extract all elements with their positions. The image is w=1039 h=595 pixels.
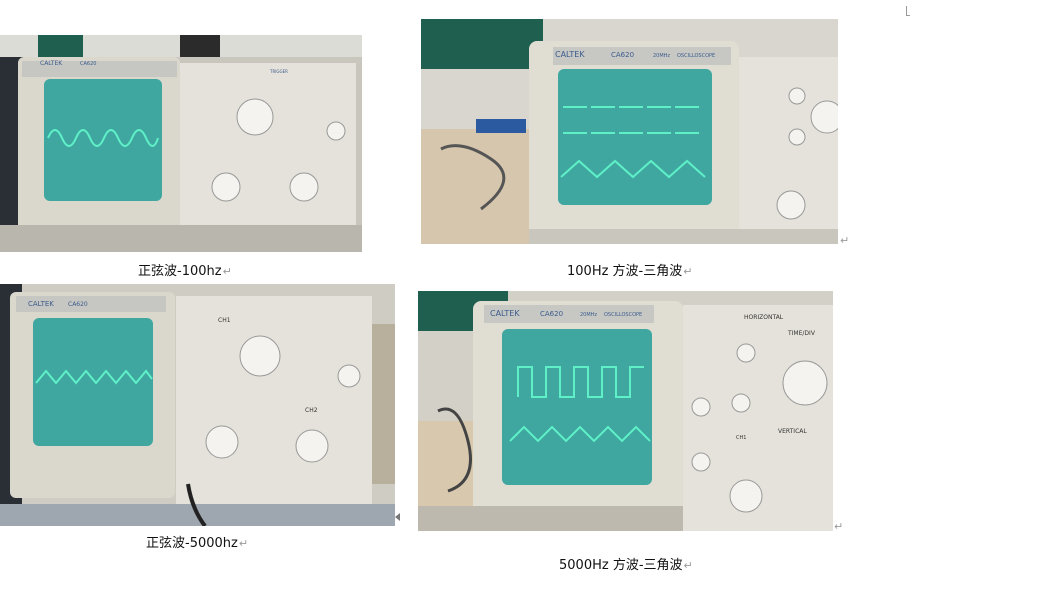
time-div-label: TIME/DIV: [787, 330, 816, 337]
oscilloscope-image: CALTEK CA620 TRIGGER: [0, 35, 362, 252]
caption-top-right: 100Hz 方波-三角波↵: [567, 260, 692, 279]
model-label: CA620: [540, 310, 563, 318]
brand-label: CALTEK: [28, 300, 54, 308]
photo-square-triangle-100hz: CALTEK CA620 20MHz OSCILLOSCOPE: [421, 19, 838, 244]
model-label: CA620: [80, 61, 96, 67]
model-label: CA620: [68, 301, 88, 308]
photo-square-triangle-5000hz: CALTEK CA620 20MHz OSCILLOSCOPE HORIZONT…: [418, 291, 833, 531]
paragraph-mark-icon: ↵: [840, 234, 850, 247]
anchor-marker-icon: [395, 513, 400, 521]
caption-text: 正弦波-5000hz: [146, 536, 238, 551]
brand-label: CALTEK: [555, 50, 585, 59]
paragraph-mark-icon: ↵: [222, 265, 232, 278]
oscilloscope-image: CALTEK CA620 CH1 CH2: [0, 284, 395, 526]
photo-sine-100hz: CALTEK CA620 TRIGGER: [0, 35, 362, 252]
caption-text: 正弦波-100hz: [138, 264, 222, 279]
ch1-label: CH1: [736, 435, 746, 441]
paragraph-mark-icon: ↵: [238, 537, 249, 550]
oscilloscope-image: CALTEK CA620 20MHz OSCILLOSCOPE HORIZONT…: [418, 291, 833, 531]
vertical-label: VERTICAL: [778, 428, 807, 435]
paragraph-mark-icon: ↵: [683, 265, 693, 278]
model-label: CA620: [611, 51, 634, 59]
brand-label: CALTEK: [490, 309, 520, 318]
oscilloscope-image: CALTEK CA620 20MHz OSCILLOSCOPE: [421, 19, 838, 244]
bandwidth-label: 20MHz: [580, 312, 597, 318]
trigger-label: TRIGGER: [269, 69, 288, 74]
text-cursor-icon: [906, 6, 910, 16]
ch2-label: CH2: [305, 407, 318, 414]
caption-text: 100Hz 方波-三角波: [567, 264, 683, 279]
paragraph-mark-icon: ↵: [683, 559, 693, 572]
paragraph-mark-icon: ↵: [834, 520, 844, 533]
caption-bottom-left: 正弦波-5000hz↵: [146, 532, 248, 551]
caption-top-left: 正弦波-100hz↵: [138, 260, 232, 279]
bandwidth-label: 20MHz: [653, 53, 670, 59]
photo-sine-5000hz: CALTEK CA620 CH1 CH2: [0, 284, 395, 526]
brand-label: CALTEK: [40, 60, 63, 67]
caption-text: 5000Hz 方波-三角波: [559, 558, 683, 573]
device-label: OSCILLOSCOPE: [677, 53, 715, 59]
caption-bottom-right: 5000Hz 方波-三角波↵: [559, 554, 693, 573]
device-label: OSCILLOSCOPE: [604, 312, 642, 318]
ch1-label: CH1: [218, 317, 231, 324]
horizontal-label: HORIZONTAL: [744, 314, 784, 321]
